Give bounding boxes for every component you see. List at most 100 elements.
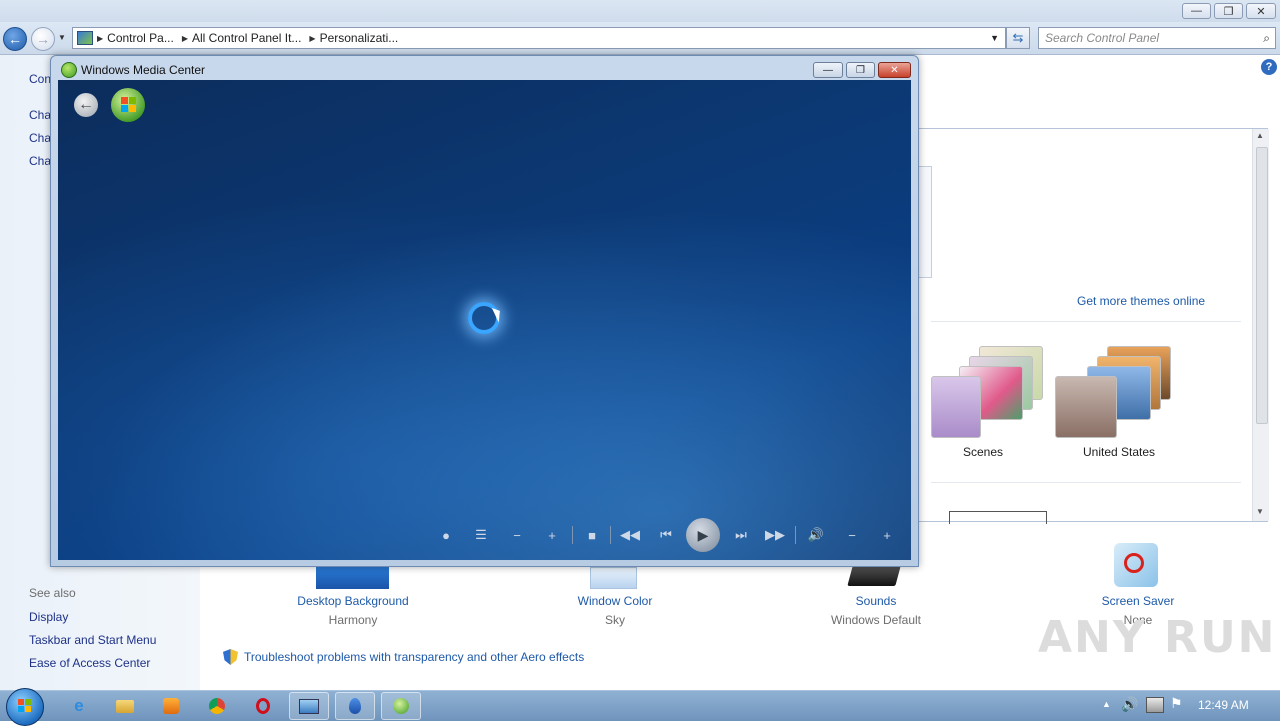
- fast-forward-button[interactable]: ▶▶: [764, 524, 786, 546]
- taskbar-internet-explorer[interactable]: e: [59, 692, 99, 720]
- theme-list-scrollbar[interactable]: ▲ ▼: [1252, 129, 1269, 521]
- search-icon[interactable]: ⌕: [1263, 28, 1270, 48]
- taskbar-clock[interactable]: 12:49 AM: [1198, 698, 1249, 712]
- change-mouse-pointers-link[interactable]: Cha: [29, 131, 51, 145]
- forward-button[interactable]: →: [31, 27, 55, 51]
- skip-forward-button[interactable]: ⏭: [730, 524, 752, 546]
- theme-list-tab: [919, 166, 932, 278]
- section-divider: [931, 482, 1241, 483]
- forward-arrow-icon: →: [36, 31, 50, 47]
- windows-start-orb-icon[interactable]: [111, 88, 145, 122]
- breadcrumb-separator-icon[interactable]: ▶: [309, 34, 315, 43]
- breadcrumb-separator-icon[interactable]: ▶: [182, 34, 188, 43]
- close-button[interactable]: ✕: [1246, 3, 1276, 19]
- media-center-title: Windows Media Center: [81, 63, 206, 77]
- window-color-title[interactable]: Window Color: [515, 594, 715, 608]
- flag-quad: [129, 105, 136, 112]
- watermark: ANY RUN: [1038, 612, 1277, 663]
- desktop-background-title[interactable]: Desktop Background: [253, 594, 453, 608]
- see-also-heading: See also: [29, 586, 76, 600]
- sounds-item[interactable]: Sounds Windows Default: [776, 594, 976, 627]
- address-dropdown-icon[interactable]: ▼: [990, 33, 999, 43]
- sounds-value: Windows Default: [830, 613, 922, 627]
- rewind-button[interactable]: ◀◀: [619, 524, 641, 546]
- explorer-title-bar: — ❐ ✕: [0, 0, 1280, 22]
- volume-icon[interactable]: 🔊: [1121, 696, 1138, 713]
- breadcrumb-separator-icon[interactable]: ▶: [97, 34, 103, 43]
- stop-button[interactable]: ■: [581, 524, 603, 546]
- monitor-icon: [299, 698, 319, 714]
- breadcrumb-all-items[interactable]: All Control Panel It...: [192, 31, 301, 45]
- wmc-minimize-button[interactable]: —: [813, 62, 843, 78]
- theme-united-states[interactable]: [1055, 344, 1175, 439]
- back-arrow-icon: ←: [8, 31, 22, 47]
- start-button[interactable]: [6, 688, 44, 726]
- minimize-button[interactable]: —: [1182, 3, 1211, 19]
- media-center-window[interactable]: Windows Media Center — ❐ ✕ ← ● ☰ − + ■ ◀…: [50, 55, 919, 567]
- scroll-up-icon[interactable]: ▲: [1256, 131, 1264, 140]
- volume-up-button[interactable]: +: [876, 524, 898, 546]
- troubleshoot-link[interactable]: Troubleshoot problems with transparency …: [244, 650, 584, 664]
- theme-thumbnail: [1055, 376, 1117, 438]
- media-player-icon: [163, 698, 179, 714]
- wmc-back-button[interactable]: ←: [74, 93, 98, 117]
- channel-up-button[interactable]: +: [541, 524, 563, 546]
- taskbar-explorer[interactable]: [105, 692, 145, 720]
- mute-button[interactable]: 🔊: [805, 524, 827, 546]
- refresh-button[interactable]: ⇆: [1006, 27, 1030, 49]
- play-button[interactable]: ▶: [686, 518, 720, 552]
- breadcrumb-control-panel[interactable]: Control Pa...: [107, 31, 174, 45]
- address-toolbar: ← → ▼ ▶ Control Pa... ▶ All Control Pane…: [0, 22, 1280, 55]
- scroll-down-icon[interactable]: ▼: [1256, 507, 1264, 516]
- help-icon[interactable]: ?: [1261, 59, 1277, 75]
- theme-thumbnail: [931, 376, 981, 438]
- see-also-display-link[interactable]: Display: [29, 610, 68, 624]
- desktop-background-item[interactable]: Desktop Background Harmony: [253, 594, 453, 627]
- window-color-item[interactable]: Window Color Sky: [515, 594, 715, 627]
- taskbar-control-panel[interactable]: [289, 692, 329, 720]
- search-input[interactable]: Search Control Panel ⌕: [1038, 27, 1276, 49]
- taskbar-chrome[interactable]: [197, 692, 237, 720]
- recent-pages-dropdown[interactable]: ▼: [58, 33, 66, 42]
- change-account-picture-link[interactable]: Cha: [29, 154, 51, 168]
- taskbar-app[interactable]: [335, 692, 375, 720]
- control-panel-home-link[interactable]: Con: [29, 72, 51, 86]
- show-hidden-icons[interactable]: ▲: [1102, 699, 1111, 709]
- see-also-taskbar-link[interactable]: Taskbar and Start Menu: [29, 633, 156, 647]
- volume-down-button[interactable]: −: [841, 524, 863, 546]
- window-color-value: Sky: [604, 613, 625, 627]
- change-desktop-icons-link[interactable]: Cha: [29, 108, 51, 122]
- wmc-close-button[interactable]: ✕: [878, 62, 911, 78]
- theme-list: Get more themes online Scenes United Sta…: [918, 128, 1268, 524]
- taskbar-media-center[interactable]: [381, 692, 421, 720]
- action-center-flag-icon[interactable]: ⚑: [1170, 695, 1183, 712]
- chrome-icon: [209, 698, 225, 714]
- scrollbar-thumb[interactable]: [1256, 147, 1268, 424]
- back-button[interactable]: ←: [3, 27, 27, 51]
- breadcrumb-personalization[interactable]: Personalizati...: [320, 31, 399, 45]
- network-icon[interactable]: [1146, 697, 1164, 713]
- get-more-themes-link[interactable]: Get more themes online: [1077, 294, 1205, 308]
- sounds-title[interactable]: Sounds: [776, 594, 976, 608]
- window-color-icon[interactable]: [590, 567, 637, 589]
- desktop-background-value: Harmony: [328, 613, 378, 627]
- search-placeholder: Search Control Panel: [1045, 31, 1160, 45]
- internet-explorer-icon: e: [74, 696, 84, 715]
- see-also-ease-of-access-link[interactable]: Ease of Access Center: [29, 656, 150, 670]
- taskbar-opera[interactable]: [243, 692, 283, 720]
- skip-back-button[interactable]: ⏮: [655, 524, 677, 546]
- maximize-button[interactable]: ❐: [1214, 3, 1243, 19]
- channel-down-button[interactable]: −: [506, 524, 528, 546]
- flag-quad: [18, 706, 24, 712]
- theme-scenes[interactable]: [929, 344, 1049, 439]
- taskbar: e ▲ 🔊 ⚑: [0, 688, 1280, 726]
- record-button[interactable]: ●: [435, 524, 457, 546]
- wmc-restore-button[interactable]: ❐: [846, 62, 875, 78]
- guide-list-button[interactable]: ☰: [470, 524, 492, 546]
- desktop-background-icon[interactable]: [316, 567, 389, 589]
- screen-saver-title[interactable]: Screen Saver: [1038, 594, 1238, 608]
- taskbar-media-player[interactable]: [151, 692, 191, 720]
- sounds-icon[interactable]: [847, 566, 901, 586]
- address-field[interactable]: ▶ Control Pa... ▶ All Control Panel It..…: [72, 27, 1006, 49]
- screen-saver-icon[interactable]: [1114, 543, 1158, 587]
